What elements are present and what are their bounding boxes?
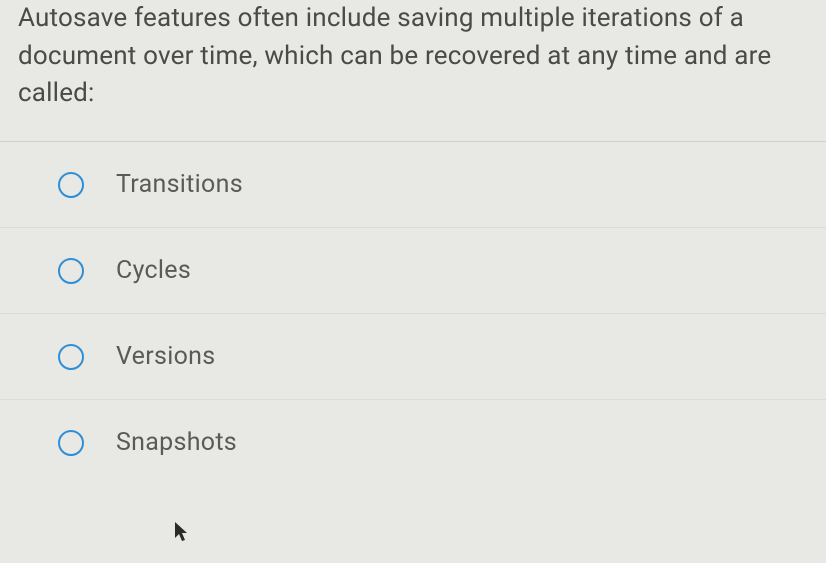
question-block: Autosave features often include saving m… (0, 0, 826, 142)
mouse-cursor-icon (175, 522, 191, 542)
radio-icon (58, 344, 84, 370)
option-label: Cycles (116, 256, 191, 285)
options-list: Transitions Cycles Versions Snapshots (0, 142, 826, 485)
option-versions[interactable]: Versions (0, 314, 826, 400)
option-cycles[interactable]: Cycles (0, 228, 826, 314)
option-snapshots[interactable]: Snapshots (0, 400, 826, 485)
option-label: Transitions (116, 170, 243, 199)
radio-icon (58, 172, 84, 198)
question-text: Autosave features often include saving m… (18, 0, 808, 113)
option-transitions[interactable]: Transitions (0, 142, 826, 228)
radio-icon (58, 430, 84, 456)
radio-icon (58, 258, 84, 284)
option-label: Snapshots (116, 428, 237, 457)
option-label: Versions (116, 342, 215, 371)
